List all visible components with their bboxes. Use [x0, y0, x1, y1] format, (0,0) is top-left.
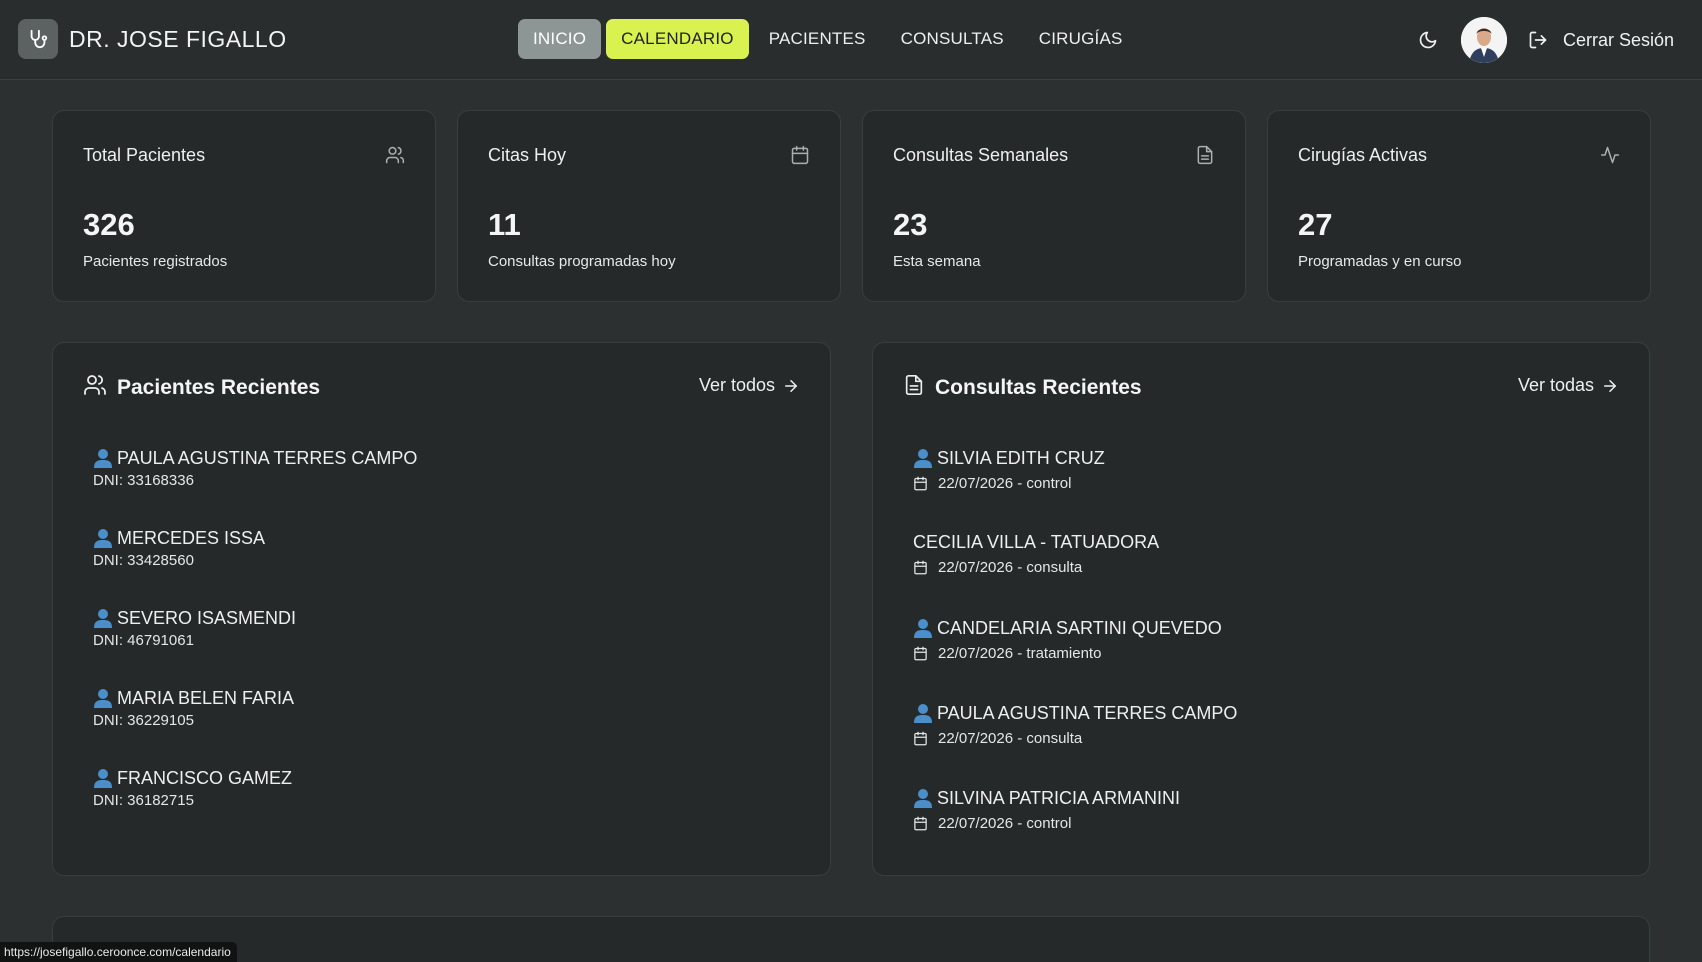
patient-name: SEVERO ISASMENDI [117, 607, 297, 628]
brand[interactable]: DR. JOSE FIGALLO [18, 19, 287, 59]
panel-header: Consultas Recientes [903, 373, 1142, 402]
consult-patient-name: CECILIA VILLA - TATUADORA [913, 532, 1160, 552]
patient-item[interactable]: SEVERO ISASMENDI DNI: 46791061 [93, 607, 297, 650]
consult-item[interactable]: CECILIA VILLA - TATUADORA 22/07/2026 - c… [913, 532, 1159, 576]
calendar-icon [914, 476, 927, 491]
consult-item[interactable]: PAULA AGUSTINA TERRES CAMPO 22/07/2026 -… [913, 702, 1237, 747]
patient-item[interactable]: MARIA BELEN FARIA DNI: 36229105 [93, 687, 295, 730]
view-all-consults-link[interactable]: Ver todas [1518, 375, 1619, 396]
calendar-icon [914, 646, 927, 661]
stat-value: 11 [488, 207, 521, 242]
patient-name: MERCEDES ISSA [117, 527, 266, 548]
patient-dni: DNI: 33428560 [93, 552, 194, 569]
consult-patient-name: SILVIA EDITH CRUZ [937, 447, 1105, 468]
stat-subtitle: Esta semana [893, 253, 981, 270]
consult-item[interactable]: SILVINA PATRICIA ARMANINI 22/07/2026 - c… [913, 787, 1180, 832]
person-icon [914, 619, 932, 638]
stat-subtitle: Programadas y en curso [1298, 253, 1462, 270]
stat-subtitle: Consultas programadas hoy [488, 253, 676, 270]
patient-name: MARIA BELEN FARIA [117, 687, 295, 708]
patient-item[interactable]: FRANCISCO GAMEZ DNI: 36182715 [93, 767, 293, 810]
person-icon [914, 449, 932, 468]
stat-subtitle: Pacientes registrados [83, 253, 228, 270]
nav-pacientes[interactable]: PACIENTES [754, 19, 881, 59]
person-icon [94, 769, 112, 788]
view-all-patients-link[interactable]: Ver todos [699, 375, 800, 396]
patient-item[interactable]: MERCEDES ISSA DNI: 33428560 [93, 527, 266, 570]
main-nav: INICIO CALENDARIO PACIENTES CONSULTAS CI… [518, 19, 1143, 59]
header-tools: Cerrar Sesión [1417, 17, 1674, 63]
nav-inicio[interactable]: INICIO [518, 19, 602, 59]
patient-name: PAULA AGUSTINA TERRES CAMPO [117, 447, 418, 468]
person-icon [94, 609, 112, 628]
consult-date: 22/07/2026 - consulta [938, 559, 1083, 576]
bottom-panel [52, 916, 1650, 962]
top-navbar: DR. JOSE FIGALLO INICIO CALENDARIO PACIE… [0, 0, 1702, 80]
patient-name: FRANCISCO GAMEZ [117, 767, 293, 788]
panel-title: Pacientes Recientes [117, 375, 321, 399]
stat-card-cirugias-activas: Cirugías Activas 27 Programadas y en cur… [1267, 110, 1651, 302]
calendar-icon [914, 816, 927, 831]
brand-name: DR. JOSE FIGALLO [69, 25, 287, 52]
arrow-right-icon [1604, 379, 1616, 392]
view-all-label: Ver todos [698, 375, 775, 395]
users-icon [83, 373, 107, 402]
consult-patient-name: PAULA AGUSTINA TERRES CAMPO [937, 702, 1238, 723]
panel-header: Pacientes Recientes [83, 373, 320, 402]
avatar[interactable] [1460, 17, 1507, 63]
arrow-right-icon [785, 379, 797, 392]
patient-dni: DNI: 36229105 [93, 712, 194, 729]
stat-value: 27 [1298, 207, 1333, 242]
nav-cirugias[interactable]: CIRUGÍAS [1024, 19, 1138, 59]
stat-title: Cirugías Activas [1298, 145, 1428, 165]
users-icon [385, 145, 407, 167]
consult-date: 22/07/2026 - control [938, 475, 1072, 492]
moon-icon[interactable] [1417, 29, 1439, 51]
consult-item[interactable]: CANDELARIA SARTINI QUEVEDO 22/07/2026 - … [913, 617, 1222, 662]
person-icon [914, 704, 932, 723]
calendar-icon [914, 731, 927, 746]
nav-calendario[interactable]: CALENDARIO [606, 19, 749, 59]
patient-dni: DNI: 36182715 [93, 792, 194, 809]
stat-title: Consultas Semanales [893, 145, 1069, 165]
nav-consultas[interactable]: CONSULTAS [886, 19, 1019, 59]
stat-value: 23 [893, 207, 928, 242]
status-bar-url: https://josefigallo.ceroonce.com/calenda… [0, 942, 237, 962]
person-icon [94, 449, 112, 468]
consult-date: 22/07/2026 - tratamiento [938, 645, 1102, 662]
stat-card-consultas-semanales: Consultas Semanales 23 Esta semana [862, 110, 1246, 302]
view-all-label: Ver todas [1517, 375, 1594, 395]
calendar-icon [790, 145, 812, 167]
recent-patients-panel: Pacientes Recientes Ver todos PAULA AGUS… [52, 342, 831, 876]
consult-date: 22/07/2026 - control [938, 815, 1072, 832]
panel-title: Consultas Recientes [935, 375, 1142, 399]
patient-dni: DNI: 33168336 [93, 472, 194, 489]
consult-patient-name: CANDELARIA SARTINI QUEVEDO [937, 617, 1222, 638]
activity-icon [1600, 145, 1622, 167]
logout-button[interactable]: Cerrar Sesión [1563, 30, 1674, 51]
recent-consults-panel: Consultas Recientes Ver todas SILVIA EDI… [872, 342, 1650, 876]
document-icon [1195, 145, 1217, 167]
document-icon [903, 373, 925, 402]
consult-patient-name: SILVINA PATRICIA ARMANINI [937, 787, 1181, 808]
logout-icon[interactable] [1527, 29, 1549, 51]
stat-title: Citas Hoy [488, 145, 567, 165]
stat-card-total-pacientes: Total Pacientes 326 Pacientes registrado… [52, 110, 436, 302]
consult-item[interactable]: SILVIA EDITH CRUZ 22/07/2026 - control [913, 447, 1105, 492]
patient-dni: DNI: 46791061 [93, 632, 194, 649]
stethoscope-icon [18, 19, 58, 59]
person-icon [914, 789, 932, 808]
stat-card-citas-hoy: Citas Hoy 11 Consultas programadas hoy [457, 110, 841, 302]
person-icon [94, 529, 112, 548]
calendar-icon [914, 560, 927, 575]
stat-title: Total Pacientes [83, 145, 206, 165]
person-icon [94, 689, 112, 708]
consult-date: 22/07/2026 - consulta [938, 730, 1083, 747]
patient-item[interactable]: PAULA AGUSTINA TERRES CAMPO DNI: 3316833… [93, 447, 418, 490]
stat-value: 326 [83, 207, 135, 242]
